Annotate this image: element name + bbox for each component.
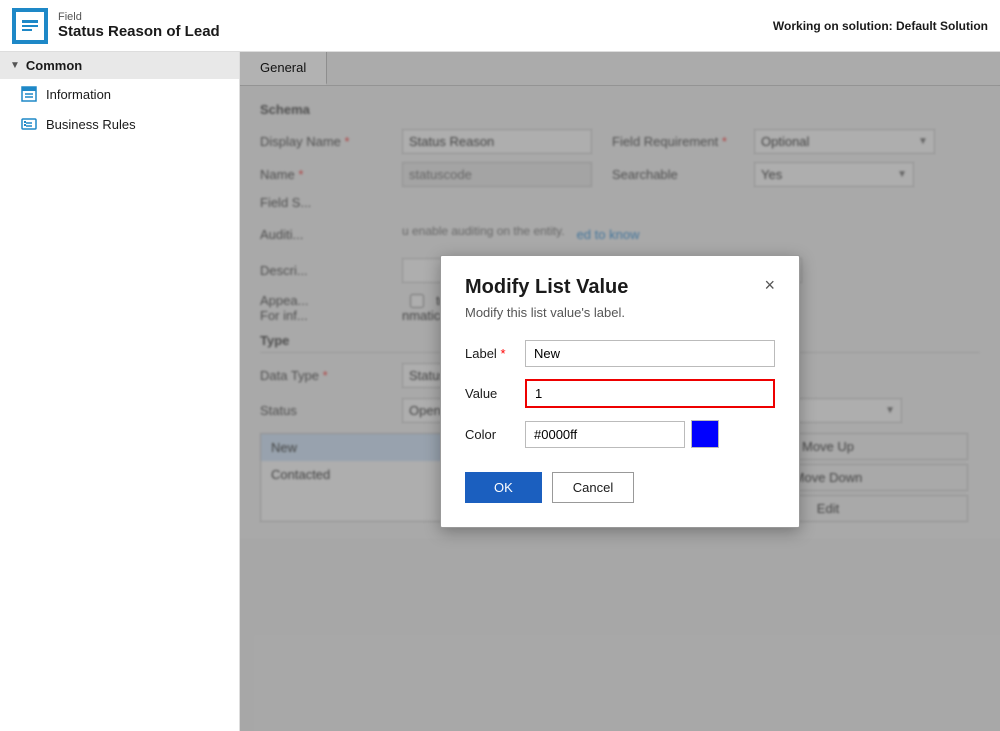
sidebar-section-common: ▼ Common Information — [0, 52, 239, 139]
modal-label-input[interactable] — [525, 340, 775, 367]
sidebar-item-rules-label: Business Rules — [46, 117, 136, 132]
modal-close-button[interactable]: × — [764, 276, 775, 294]
modal-buttons: OK Cancel — [465, 472, 775, 503]
modal-color-input-row — [525, 420, 719, 448]
modal-header: Modify List Value × — [465, 276, 775, 299]
modal-label-required: * — [500, 346, 505, 361]
rules-icon — [20, 115, 38, 133]
content-area: General Schema Display Name * — [240, 52, 1000, 731]
field-icon — [12, 8, 48, 44]
modal-value-row: Value — [465, 379, 775, 408]
header-titles: Field Status Reason of Lead — [58, 11, 220, 40]
sidebar-item-info-label: Information — [46, 87, 111, 102]
modal-color-row: Color — [465, 420, 775, 448]
sidebar-section-label: Common — [26, 58, 82, 73]
sidebar: ▼ Common Information — [0, 52, 240, 731]
modify-list-value-modal: Modify List Value × Modify this list val… — [440, 255, 800, 528]
modal-color-input[interactable] — [525, 421, 685, 448]
sidebar-section-header-common[interactable]: ▼ Common — [0, 52, 239, 79]
modal-label-row: Label * — [465, 340, 775, 367]
main-layout: ▼ Common Information — [0, 52, 1000, 731]
modal-subtitle: Modify this list value's label. — [465, 305, 775, 320]
sidebar-item-information[interactable]: Information — [0, 79, 239, 109]
modal-label-field-label: Label * — [465, 346, 515, 361]
modal-color-preview[interactable] — [691, 420, 719, 448]
modal-value-field-label: Value — [465, 386, 515, 401]
field-svg-icon — [20, 16, 40, 36]
working-on-label: Working on solution: Default Solution — [773, 19, 988, 33]
modal-label-field: Label * — [465, 340, 775, 367]
modal-overlay: Modify List Value × Modify this list val… — [240, 52, 1000, 731]
header-entity: Field — [58, 11, 220, 23]
modal-value-input[interactable] — [525, 379, 775, 408]
modal-value-field: Value — [465, 379, 775, 408]
header-title: Status Reason of Lead — [58, 23, 220, 40]
field-icon-inner — [16, 12, 44, 40]
modal-title: Modify List Value — [465, 276, 628, 299]
sidebar-item-business-rules[interactable]: Business Rules — [0, 109, 239, 139]
header-left: Field Status Reason of Lead — [12, 8, 220, 44]
modal-color-field-label: Color — [465, 427, 515, 442]
modal-ok-button[interactable]: OK — [465, 472, 542, 503]
modal-color-field: Color — [465, 420, 775, 448]
app-header: Field Status Reason of Lead Working on s… — [0, 0, 1000, 52]
sidebar-arrow-icon: ▼ — [10, 60, 20, 71]
modal-cancel-button[interactable]: Cancel — [552, 472, 634, 503]
info-icon — [20, 85, 38, 103]
